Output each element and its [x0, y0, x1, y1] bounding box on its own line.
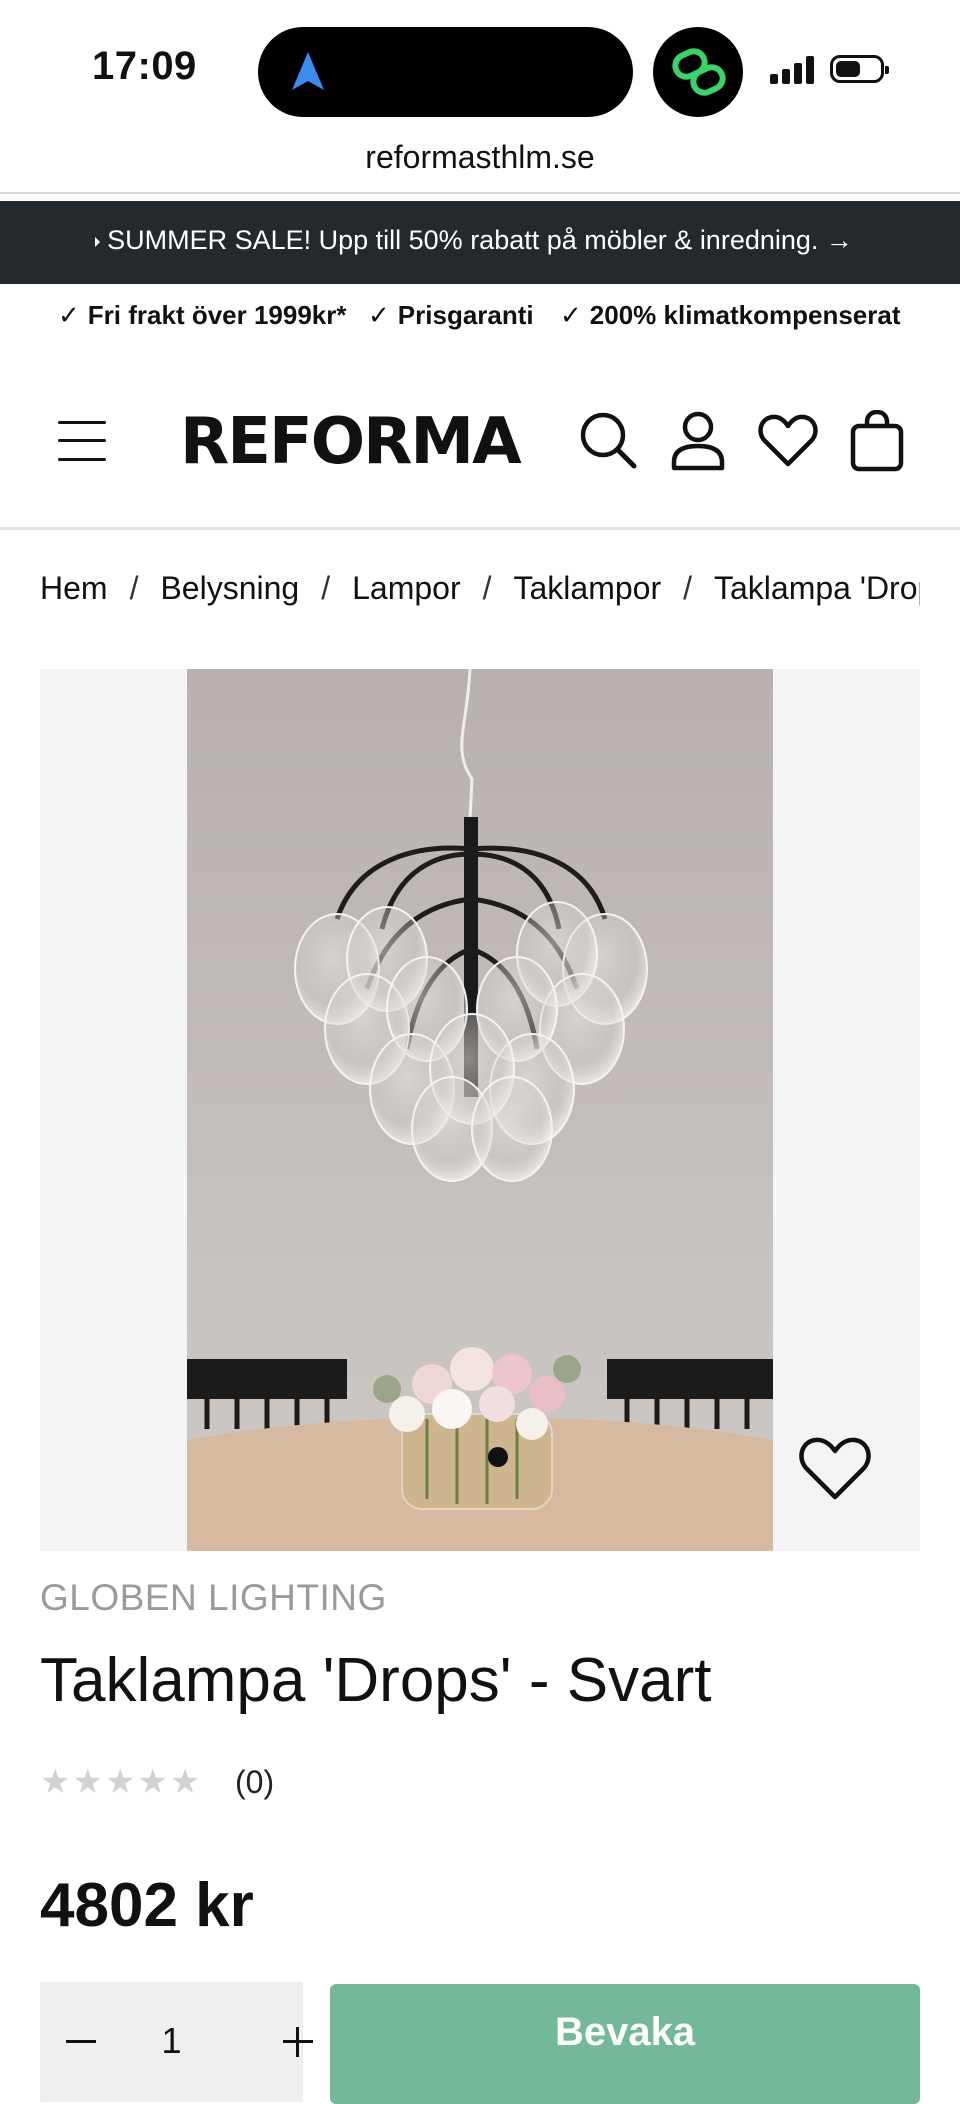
- product-brand[interactable]: GLOBEN LIGHTING: [40, 1577, 387, 1619]
- heart-icon[interactable]: [758, 414, 818, 468]
- link-app-button[interactable]: [653, 27, 743, 117]
- promo-text: SUMMER SALE! Upp till 50% rabatt på möbl…: [107, 225, 853, 255]
- review-count[interactable]: (0): [235, 1764, 274, 1801]
- breadcrumb-link[interactable]: Taklampor: [513, 570, 661, 606]
- account-icon[interactable]: [670, 410, 726, 472]
- watch-button[interactable]: Bevaka: [330, 1984, 920, 2104]
- check-icon: ✓: [368, 300, 390, 330]
- quantity-value[interactable]: 1: [40, 2020, 303, 2062]
- wishlist-icon[interactable]: [798, 1436, 872, 1502]
- rating-stars: ★★★★★: [40, 1763, 203, 1801]
- breadcrumb-link[interactable]: Hem: [40, 570, 108, 606]
- check-icon: ✓: [560, 300, 582, 330]
- address-bar-url[interactable]: reformasthlm.se: [0, 139, 960, 176]
- search-icon[interactable]: [578, 410, 640, 472]
- breadcrumb: Hem / Belysning / Lampor / Taklampor / Taklampa …: [40, 570, 920, 614]
- breadcrumb-current: Taklampa 'Drops': [713, 570, 920, 606]
- plus-icon[interactable]: [296, 2027, 299, 2057]
- usp-bar: ✓ Fri frakt över 1999kr* ✓ Prisgaranti ✓ 20…: [0, 300, 960, 340]
- menu-icon[interactable]: [58, 421, 106, 461]
- breadcrumb-link[interactable]: Belysning: [160, 570, 299, 606]
- quantity-stepper: 1: [40, 1982, 313, 2102]
- location-arrow-icon: [292, 52, 324, 90]
- usp-item: ✓ Fri frakt över 1999kr*: [58, 300, 347, 330]
- site-logo[interactable]: REFORMA: [180, 405, 522, 479]
- cart-icon[interactable]: [850, 410, 904, 472]
- product-gallery[interactable]: [40, 669, 920, 1551]
- watch-button-label: Bevaka: [554, 2010, 696, 2054]
- battery-icon: [830, 55, 889, 83]
- product-image[interactable]: [187, 669, 773, 1551]
- address-bar-divider: [0, 192, 960, 194]
- product-price: 4802 kr: [40, 1871, 254, 1940]
- signal-icon: [770, 56, 814, 84]
- promo-banner[interactable]: SUMMER SALE! Upp till 50% rabatt på möbl…: [0, 201, 960, 284]
- header-divider: [0, 527, 960, 530]
- link-icon: [672, 48, 726, 96]
- usp-item: ✓ 200% klimatkompenserat: [560, 300, 901, 330]
- breadcrumb-link[interactable]: Lampor: [352, 570, 461, 606]
- usp-item: ✓ Prisgaranti: [368, 300, 534, 330]
- status-time: 17:09: [92, 44, 197, 88]
- dynamic-island: [258, 27, 633, 117]
- product-title: Taklampa 'Drops' - Svart: [40, 1646, 712, 1715]
- check-icon: ✓: [58, 300, 80, 330]
